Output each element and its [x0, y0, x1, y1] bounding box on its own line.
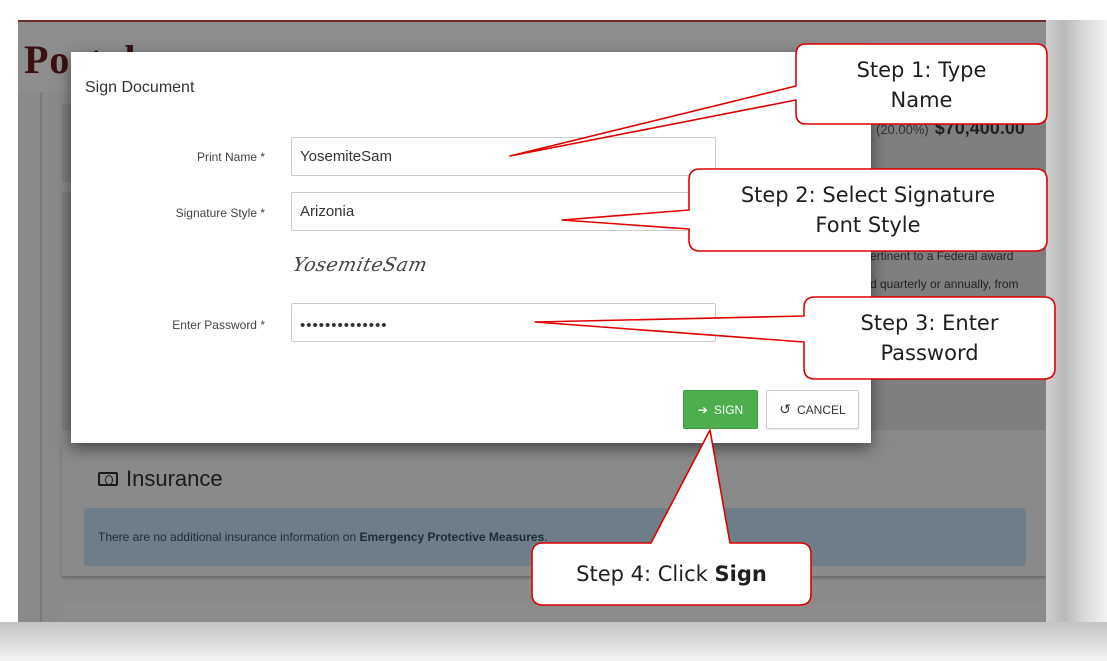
callout-step3-line2: Password: [880, 341, 979, 365]
callout-step2: Step 2: Select Signature Font Style: [689, 180, 1047, 240]
callout-step4: Step 4: Click Sign: [532, 559, 811, 589]
callout-step3: Step 3: Enter Password: [804, 308, 1055, 368]
callout-step1-line1: Step 1: Type: [856, 58, 987, 82]
callout-step2-line1: Step 2: Select Signature: [740, 183, 996, 207]
callout-step4-prefix: Step 4: Click: [576, 562, 715, 586]
callout-step1-line2: Name: [890, 88, 953, 112]
callout-step3-line1: Step 3: Enter: [860, 311, 999, 335]
callout-step1: Step 1: Type Name: [796, 55, 1047, 115]
callout-step4-bold: Sign: [714, 562, 767, 586]
callout-step2-line2: Font Style: [815, 213, 921, 237]
